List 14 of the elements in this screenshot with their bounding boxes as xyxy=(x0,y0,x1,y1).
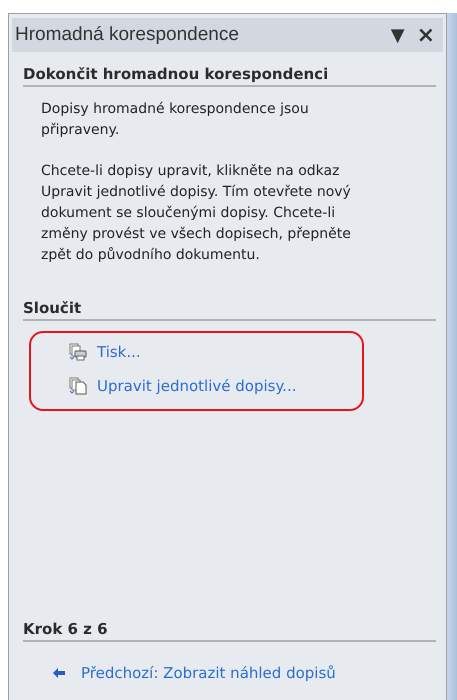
section-heading: Krok 6 z 6 xyxy=(23,620,436,642)
close-button[interactable]: × xyxy=(416,22,436,48)
documents-icon xyxy=(69,377,87,395)
menu-button[interactable]: ▼ xyxy=(390,24,405,46)
pane-title: Hromadná korespondence xyxy=(15,24,240,46)
section-heading: Sloučit xyxy=(23,299,436,321)
link[interactable]: Tisk... xyxy=(97,343,141,361)
link[interactable]: Předchozí: Zobrazit náhled dopisů xyxy=(81,664,336,682)
link[interactable]: Upravit jednotlivé dopisy... xyxy=(97,377,296,395)
paragraph: Dopisy hromadné korespondence jsou připraveny. xyxy=(41,100,310,140)
back-arrow-icon xyxy=(53,668,65,678)
printer-icon xyxy=(69,343,87,361)
section-heading: Dokončit hromadnou korespondenci xyxy=(23,65,436,87)
paragraph: Chcete-li dopisy upravit, klikněte na odkaz Upravit jednotlivé dopisy. Tím otevřete nový dokument se sloučenými dopisy. Chcete-li změny provést ve všech dopisech, přepněte zpět do původního dokumentu. xyxy=(41,162,352,265)
